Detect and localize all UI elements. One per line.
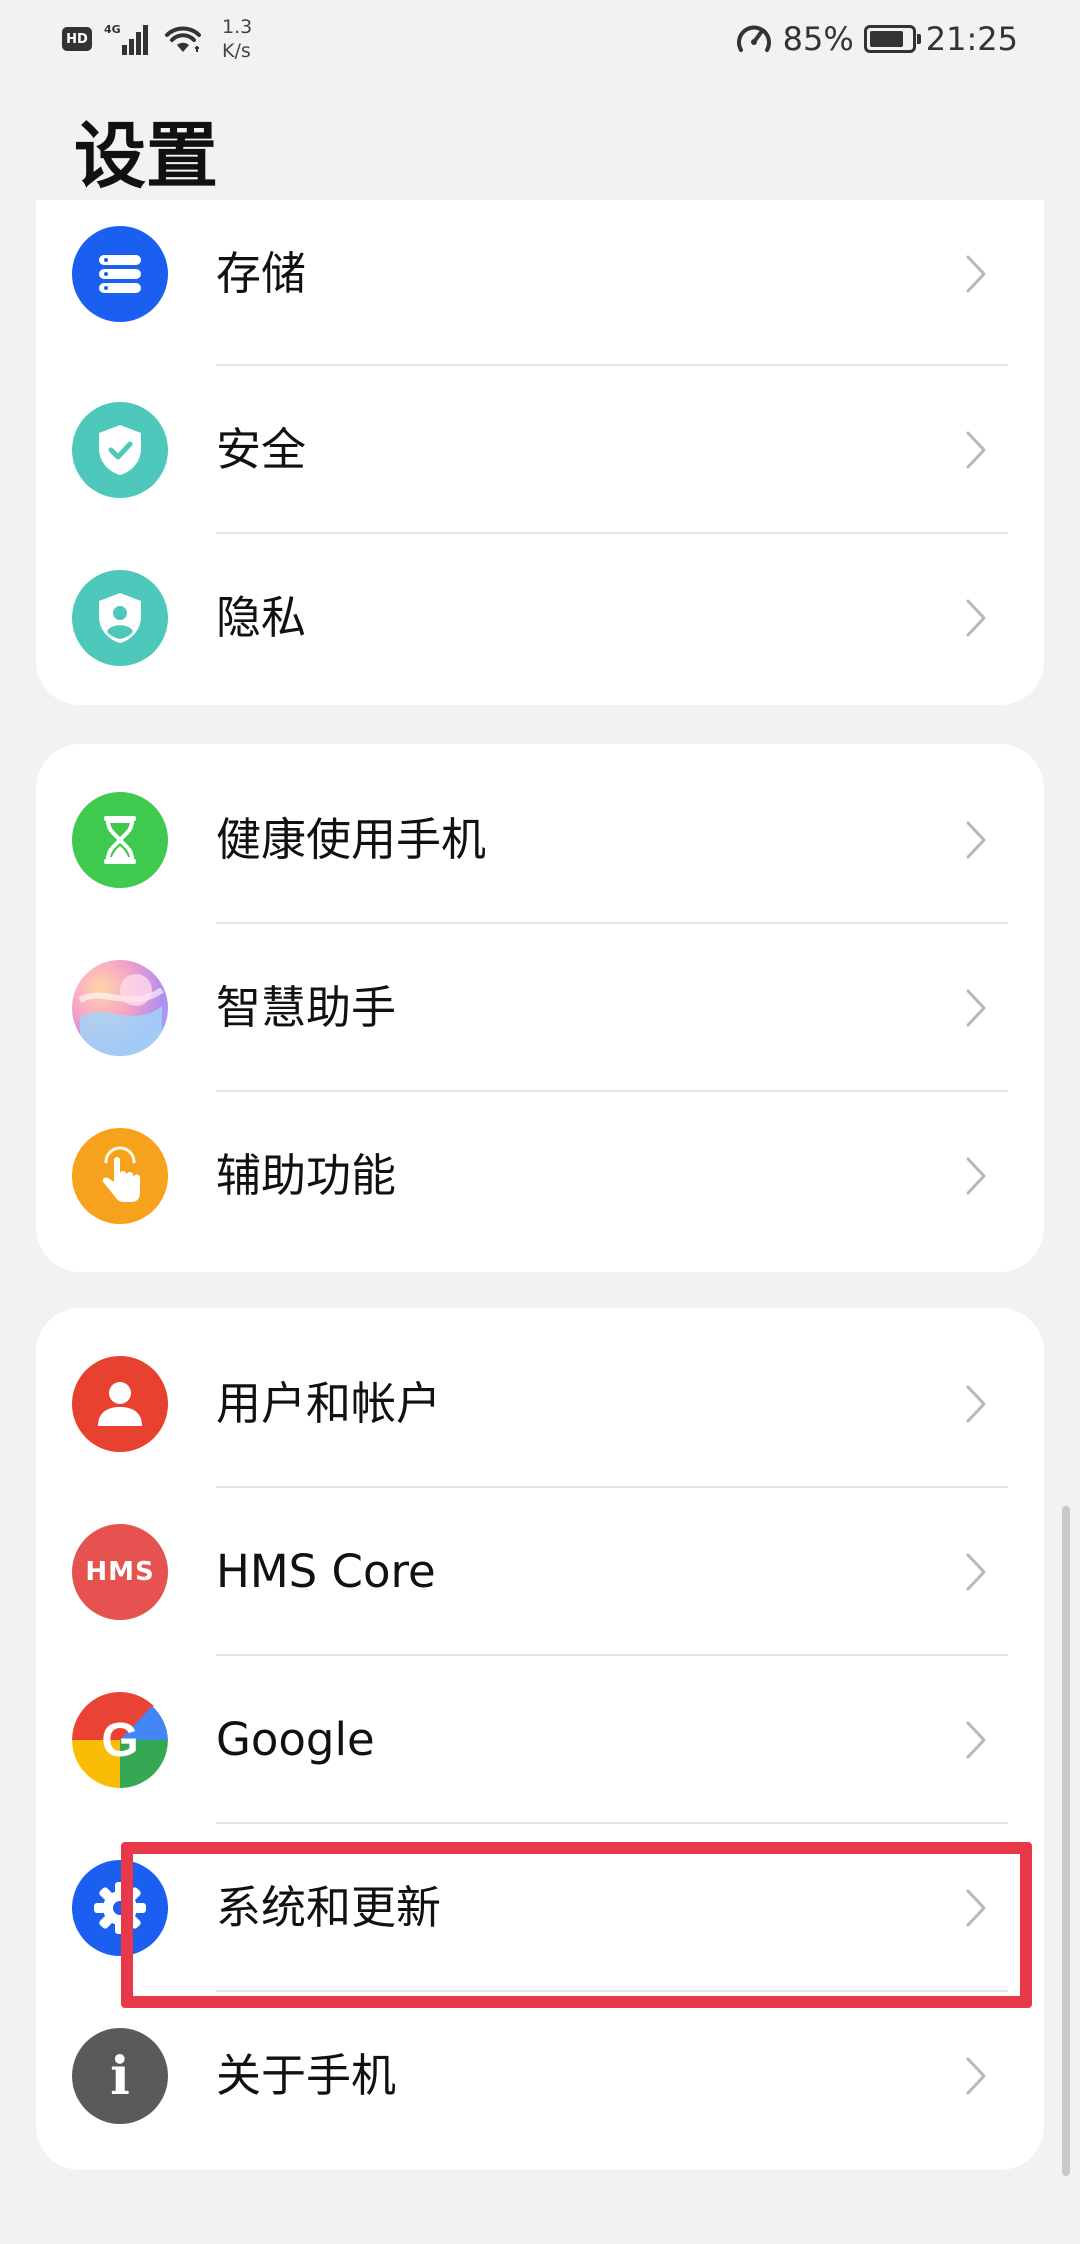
security-shield-icon (72, 402, 168, 498)
google-icon-text: G (101, 1714, 138, 1767)
chevron-right-icon (952, 594, 1000, 642)
settings-item-storage[interactable]: 存储 (36, 200, 1044, 366)
settings-item-label: 系统和更新 (216, 1881, 442, 1934)
battery-level-fill (869, 31, 903, 47)
info-icon: i (72, 2028, 168, 2124)
google-icon: G (72, 1692, 168, 1788)
chevron-right-icon (952, 1884, 1000, 1932)
settings-item-users-accounts[interactable]: 用户和帐户 (36, 1320, 1044, 1488)
hms-core-icon: HMS (72, 1524, 168, 1620)
settings-item-label: 用户和帐户 (216, 1377, 442, 1430)
speedometer-icon (736, 25, 771, 52)
chevron-right-icon (952, 816, 1000, 864)
network-speed-unit: K/s (222, 40, 251, 62)
battery-nub (916, 34, 921, 44)
network-speed-value: 1.3 (222, 16, 253, 38)
gear-icon (72, 1860, 168, 1956)
settings-item-hms-core[interactable]: HMS HMS Core (36, 1488, 1044, 1656)
storage-icon (72, 226, 168, 322)
settings-item-label: 智慧助手 (216, 981, 397, 1034)
chevron-right-icon (952, 2052, 1000, 2100)
settings-group-2: 健康使用手机 智慧助手 辅助功能 (36, 744, 1044, 1272)
settings-screen: HD 4G 1.3 K/s 85% 21:25 设置 存储 安全 隐私 健康使用… (0, 0, 1080, 2244)
settings-item-smart-assistant[interactable]: 智慧助手 (36, 924, 1044, 1092)
hd-badge: HD (62, 27, 92, 51)
settings-item-label: 关于手机 (216, 2049, 397, 2102)
chevron-right-icon (952, 1380, 1000, 1428)
chevron-right-icon (952, 1548, 1000, 1596)
page-title: 设置 (74, 114, 219, 198)
wifi-icon (165, 26, 201, 52)
info-icon-text: i (110, 2045, 130, 2107)
chevron-right-icon (952, 1716, 1000, 1764)
settings-item-label: 辅助功能 (216, 1149, 397, 1202)
settings-item-accessibility[interactable]: 辅助功能 (36, 1092, 1044, 1260)
settings-item-label: 存储 (216, 247, 307, 300)
scrollbar[interactable] (1062, 1506, 1070, 2176)
hourglass-icon (72, 792, 168, 888)
battery-percent: 85% (782, 20, 854, 58)
chevron-right-icon (952, 250, 1000, 298)
chevron-right-icon (952, 426, 1000, 474)
clock: 21:25 (925, 20, 1018, 58)
settings-item-about-phone[interactable]: i 关于手机 (36, 1992, 1044, 2160)
settings-item-label: Google (216, 1713, 375, 1766)
smart-assistant-icon (72, 960, 168, 1056)
settings-item-label: 隐私 (216, 591, 307, 644)
settings-item-label: 安全 (216, 423, 307, 476)
settings-item-security[interactable]: 安全 (36, 366, 1044, 534)
status-bar: HD 4G 1.3 K/s 85% 21:25 (0, 0, 1080, 78)
accessibility-hand-icon (72, 1128, 168, 1224)
chevron-right-icon (952, 984, 1000, 1032)
settings-group-3: 用户和帐户 HMS HMS Core G Google 系统和更新 i 关于手机 (36, 1308, 1044, 2170)
cellular-signal-icon: 4G (104, 21, 150, 57)
privacy-shield-icon (72, 570, 168, 666)
network-speed: 1.3 K/s (222, 15, 252, 63)
status-right: 85% 21:25 (735, 14, 1018, 64)
settings-item-label: 健康使用手机 (216, 813, 487, 866)
status-left: HD 4G 1.3 K/s (62, 14, 252, 64)
settings-group-1: 存储 安全 隐私 (36, 200, 1044, 705)
settings-item-system-update[interactable]: 系统和更新 (36, 1824, 1044, 1992)
settings-item-privacy[interactable]: 隐私 (36, 534, 1044, 702)
settings-item-google[interactable]: G Google (36, 1656, 1044, 1824)
hms-core-icon-text: HMS (85, 1557, 155, 1587)
chevron-right-icon (952, 1152, 1000, 1200)
battery-icon (863, 25, 921, 53)
settings-item-label: HMS Core (216, 1545, 436, 1598)
settings-item-digital-balance[interactable]: 健康使用手机 (36, 756, 1044, 924)
user-icon (72, 1356, 168, 1452)
